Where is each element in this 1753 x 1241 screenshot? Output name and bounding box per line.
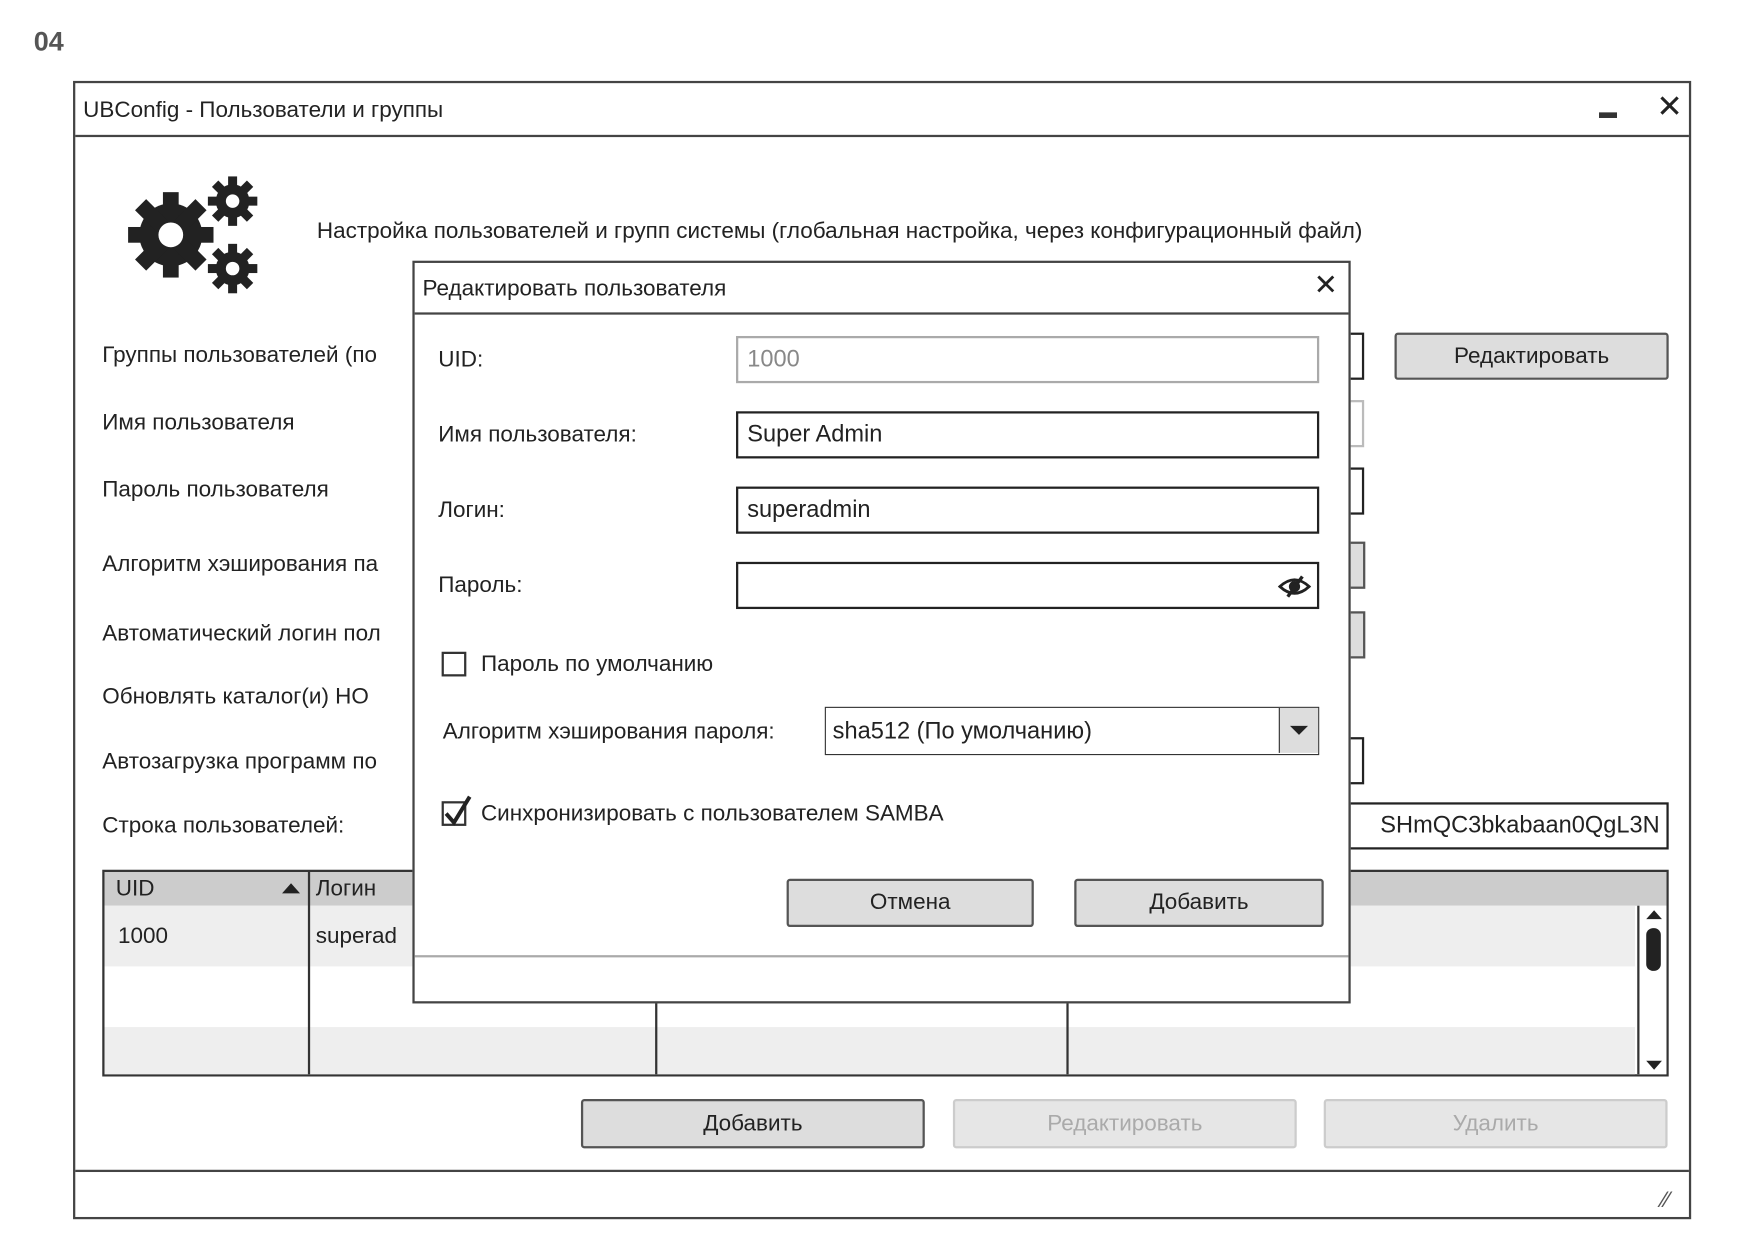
title-bar: UBConfig - Пользователи и группы ✕ — [75, 83, 1689, 138]
dropdown-button[interactable] — [1278, 707, 1319, 753]
label-autologin: Автоматический логин пол — [102, 621, 381, 647]
close-icon[interactable]: ✕ — [1656, 90, 1682, 121]
edit-user-button[interactable]: Редактировать — [952, 1098, 1297, 1149]
dialog-title: Редактировать пользователя — [422, 276, 727, 302]
window-title: UBConfig - Пользователи и группы — [83, 97, 444, 123]
hash-label: Алгоритм хэширования пароля: — [442, 719, 775, 744]
label-username: Имя пользователя — [102, 410, 295, 435]
label-password: Пароль пользователя — [102, 477, 329, 503]
add-user-button[interactable]: Добавить — [580, 1098, 925, 1149]
page-label: 04 — [33, 26, 64, 58]
label-autostart: Автозагрузка программ по — [102, 749, 378, 775]
column-header-login[interactable]: Логин — [316, 875, 376, 902]
groups-edit-button[interactable]: Редактировать — [1394, 332, 1669, 380]
minimize-icon[interactable] — [1599, 112, 1618, 118]
login-label: Логин: — [438, 497, 505, 523]
label-update-home: Обновлять каталог(и) HO — [102, 684, 369, 710]
name-input[interactable]: Super Admin — [736, 411, 1320, 459]
chevron-down-icon — [1290, 725, 1308, 735]
default-password-checkbox[interactable] — [441, 651, 467, 677]
resize-grip-icon[interactable]: ⁄⁄ — [1662, 1187, 1670, 1214]
label-hash: Алгоритм хэширования па — [102, 551, 379, 577]
scroll-thumb[interactable] — [1646, 928, 1661, 971]
dialog-close-icon[interactable]: ✕ — [1314, 270, 1338, 299]
edit-user-dialog: Редактировать пользователя ✕ UID: 1000 И… — [412, 260, 1351, 1004]
name-label: Имя пользователя: — [438, 422, 637, 448]
uid-input: 1000 — [736, 335, 1320, 384]
column-header-uid[interactable]: UID — [116, 875, 155, 902]
dialog-title-bar: Редактировать пользователя ✕ — [414, 263, 1349, 315]
status-bar — [75, 1169, 1689, 1173]
uid-label: UID: — [438, 347, 484, 372]
table-scrollbar[interactable] — [1637, 905, 1667, 1075]
dialog-add-button[interactable]: Добавить — [1074, 878, 1324, 928]
column-divider — [307, 871, 311, 1075]
cell-uid: 1000 — [117, 923, 168, 949]
samba-sync-label: Синхронизировать с пользователем SAMBA — [480, 801, 944, 826]
label-users-string: Строка пользователей: — [102, 813, 345, 839]
gears-icon — [128, 176, 258, 294]
table-row — [104, 1027, 1635, 1075]
cancel-button[interactable]: Отмена — [786, 878, 1034, 928]
login-input[interactable]: superadmin — [736, 486, 1320, 534]
eye-slash-icon[interactable] — [1277, 575, 1312, 598]
default-password-label: Пароль по умолчанию — [480, 651, 714, 677]
scroll-down-icon[interactable] — [1646, 1060, 1662, 1070]
delete-user-button[interactable]: Удалить — [1323, 1098, 1668, 1149]
header-text: Настройка пользователей и групп системы … — [316, 219, 1363, 244]
users-string-input[interactable]: SHmQC3bkabaan0QgL3N — [1348, 802, 1669, 850]
sort-ascending-icon — [282, 883, 301, 894]
scroll-up-icon[interactable] — [1646, 910, 1662, 920]
hash-select[interactable]: sha512 (По умолчанию) — [824, 706, 1320, 756]
samba-sync-checkbox[interactable] — [441, 795, 472, 826]
checkmark-icon — [444, 795, 472, 826]
dialog-status-divider — [414, 955, 1349, 958]
password-input[interactable] — [736, 561, 1320, 610]
password-label: Пароль: — [438, 573, 523, 598]
label-groups: Группы пользователей (по — [102, 342, 377, 368]
cell-login: superad — [315, 923, 397, 949]
